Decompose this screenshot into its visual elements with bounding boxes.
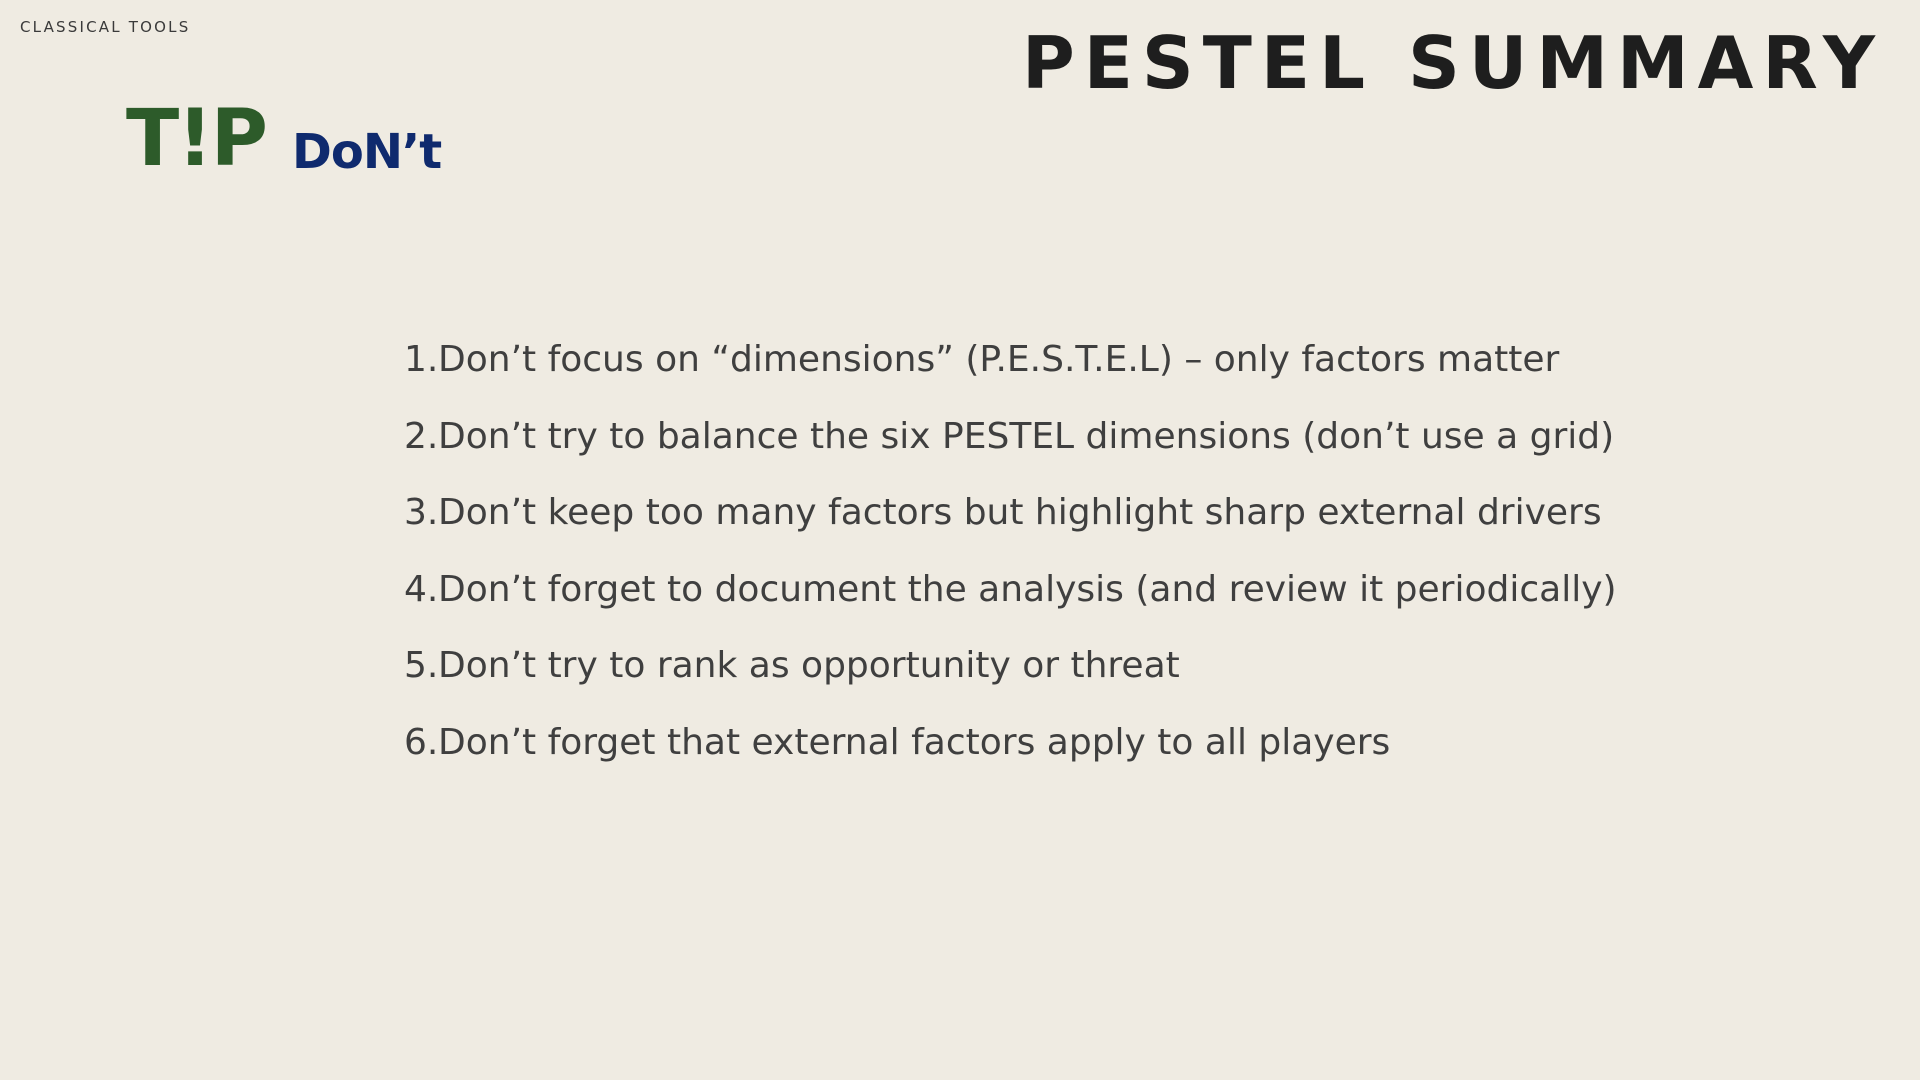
tip-item: 1.Don’t focus on “dimensions” (P.E.S.T.E… [404,333,1617,410]
tip-number: 2. [404,415,439,457]
tip-item: 4.Don’t forget to document the analysis … [404,563,1617,640]
tip-item: 6.Don’t forget that external factors app… [404,716,1617,793]
tip-text: Don’t focus on “dimensions” (P.E.S.T.E.L… [438,339,1560,380]
tip-item: 5.Don’t try to rank as opportunity or th… [404,639,1617,716]
dont-label: DoN’t [292,124,442,180]
tip-logo: T!P [126,94,268,184]
tip-item: 2.Don’t try to balance the six PESTEL di… [404,410,1617,487]
tip-number: 6. [404,721,439,763]
tip-number: 1. [404,339,439,380]
section-label: CLASSICAL TOOLS [20,18,191,36]
slide-title: PESTEL SUMMARY [1021,21,1884,105]
tip-item: 3.Don’t keep too many factors but highli… [404,486,1617,563]
tip-text: Don’t forget that external factors apply… [438,721,1391,763]
tip-number: 3. [404,492,439,533]
tip-text: Don’t try to balance the six PESTEL dime… [438,415,1615,457]
tip-number: 5. [404,645,439,686]
tip-number: 4. [404,568,439,610]
tip-text: Don’t try to rank as opportunity or thre… [438,645,1180,686]
tip-text: Don’t keep too many factors but highligh… [438,492,1602,533]
tip-text: Don’t forget to document the analysis (a… [438,568,1617,610]
tips-list: 1.Don’t focus on “dimensions” (P.E.S.T.E… [404,333,1617,792]
